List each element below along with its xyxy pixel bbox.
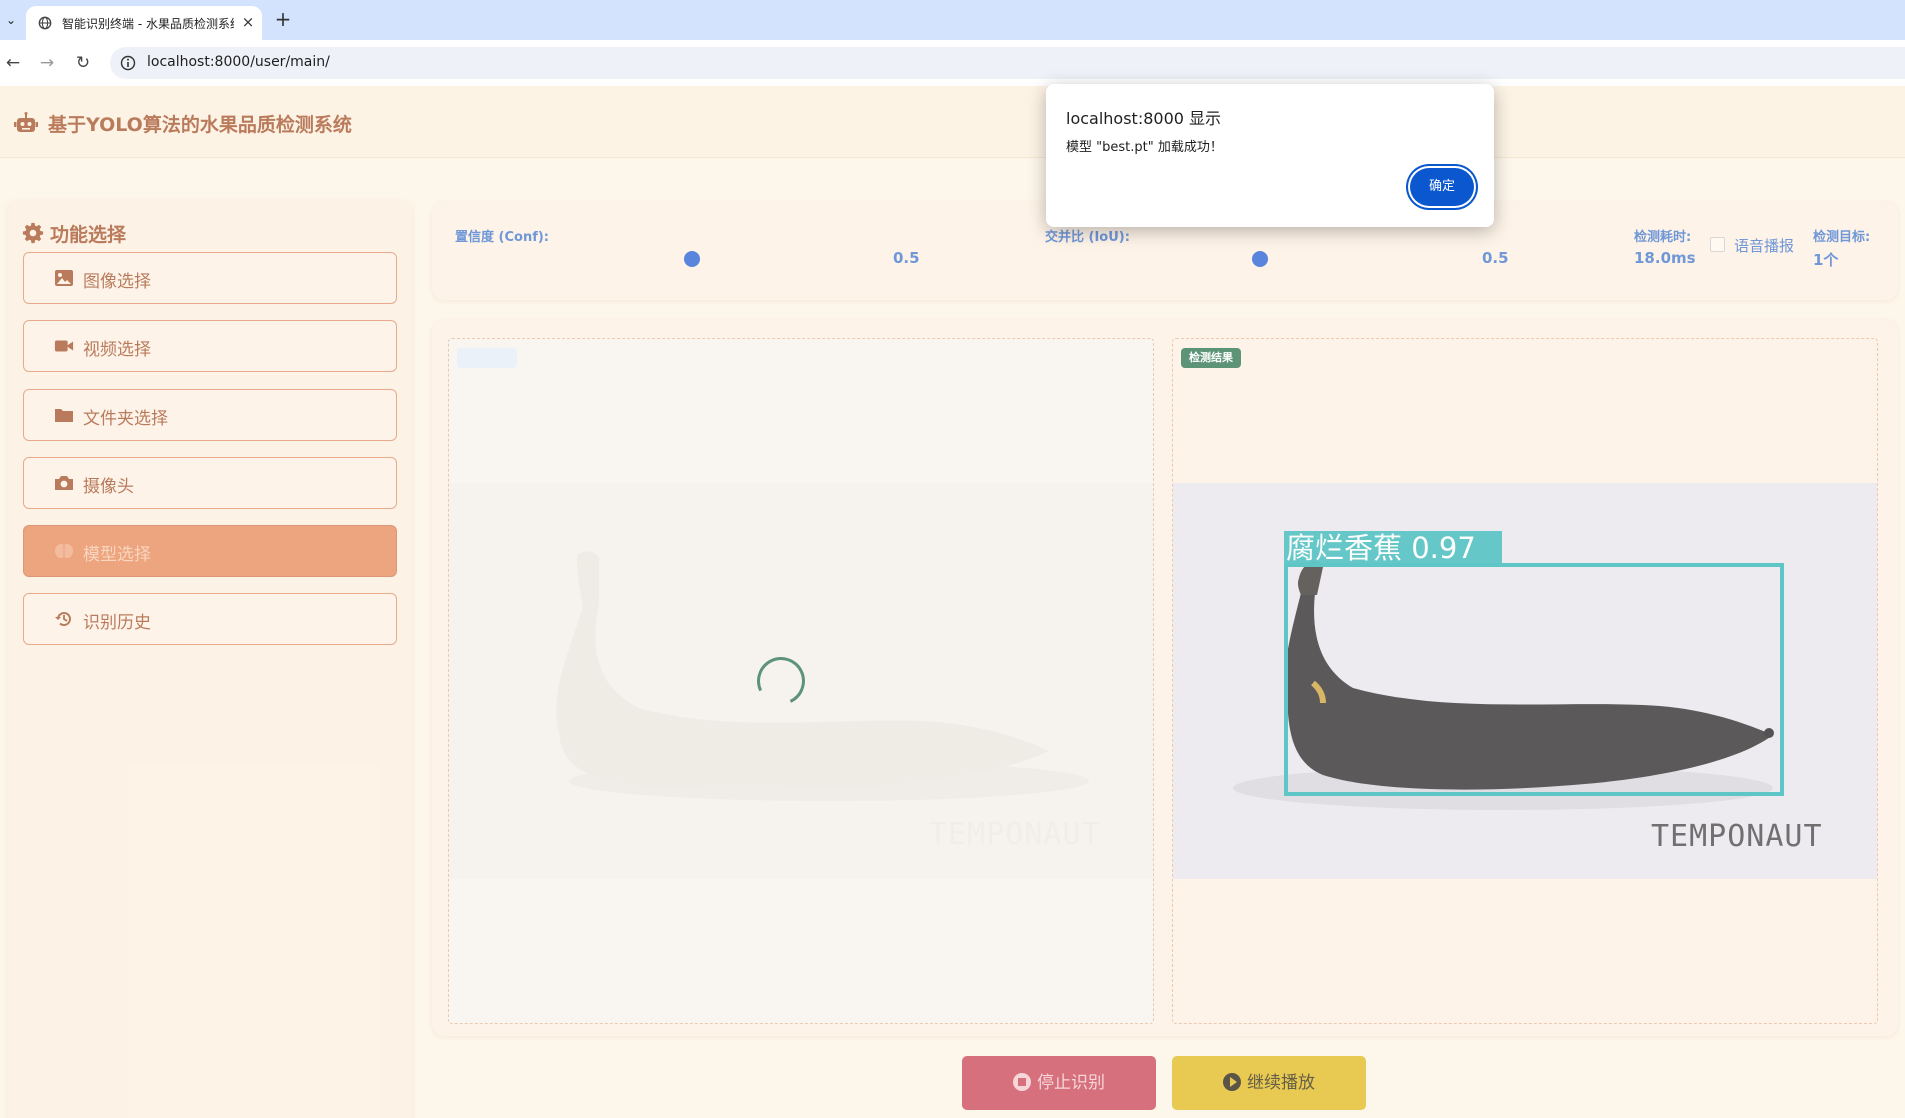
reload-button[interactable]: ↻ — [70, 50, 96, 76]
browser-toolbar: ← → ↻ localhost:8000/user/main/ — [0, 40, 1905, 86]
address-bar[interactable]: localhost:8000/user/main/ — [110, 47, 1905, 79]
modal-backdrop — [0, 86, 1905, 1118]
back-button[interactable]: ← — [0, 50, 26, 76]
alert-ok-button[interactable]: 确定 — [1410, 168, 1474, 206]
site-info-icon[interactable] — [120, 55, 136, 71]
alert-message: 模型 "best.pt" 加载成功！ — [1066, 140, 1223, 155]
browser-tab[interactable]: 智能识别终端 - 水果品质检测系统 × — [26, 6, 262, 40]
browser-tab-bar: ⌄ 智能识别终端 - 水果品质检测系统 × + — [0, 0, 1905, 40]
alert-title: localhost:8000 显示 — [1066, 109, 1222, 128]
new-tab-button[interactable]: + — [272, 8, 294, 30]
forward-button[interactable]: → — [34, 50, 60, 76]
tab-list-button[interactable]: ⌄ — [2, 10, 20, 30]
globe-icon — [38, 16, 52, 30]
alert-dialog: localhost:8000 显示 模型 "best.pt" 加载成功！ 确定 — [1046, 84, 1494, 227]
tab-title: 智能识别终端 - 水果品质检测系统 — [62, 17, 234, 31]
url-text: localhost:8000/user/main/ — [147, 54, 330, 70]
tab-close-button[interactable]: × — [238, 11, 258, 33]
